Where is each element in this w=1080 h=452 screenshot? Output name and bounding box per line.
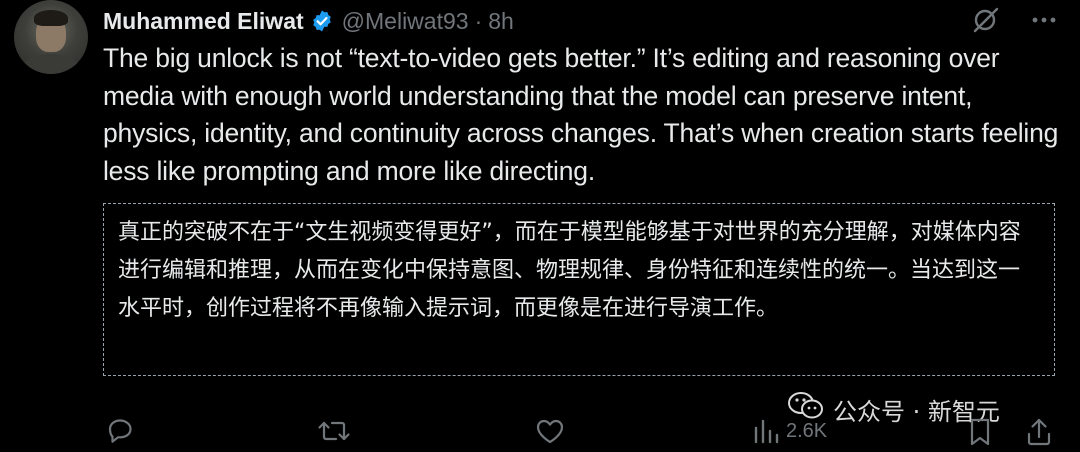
avatar[interactable]: [14, 0, 88, 74]
reply-button[interactable]: [104, 416, 136, 446]
tweet-text: The big unlock is not “text-to-video get…: [103, 43, 1059, 186]
bookmark-icon: [966, 416, 994, 448]
avatar-shirt: [22, 54, 80, 74]
retweet-button[interactable]: [316, 416, 352, 446]
verified-badge-icon: [310, 9, 334, 33]
reply-icon: [104, 416, 136, 446]
retweet-icon: [316, 416, 352, 446]
tweet-header: Muhammed Eliwat @Meliwat93 · 8h: [103, 4, 514, 38]
avatar-hair: [34, 10, 68, 26]
action-bar: 2.6K: [0, 408, 1080, 452]
grok-icon[interactable]: [968, 2, 1004, 38]
like-icon: [534, 416, 566, 446]
views-count: 2.6K: [786, 419, 828, 442]
tweet: Muhammed Eliwat @Meliwat93 · 8h The big: [0, 0, 1080, 452]
views-button[interactable]: 2.6K: [752, 416, 827, 446]
author-name[interactable]: Muhammed Eliwat: [103, 8, 304, 35]
translation-box: 真正的突破不在于“文生视频变得更好”，而在于模型能够基于对世界的充分理解，对媒体…: [103, 203, 1055, 376]
author-handle[interactable]: @Meliwat93: [342, 8, 469, 35]
tweet-timestamp[interactable]: 8h: [488, 8, 514, 35]
views-icon: [752, 416, 780, 446]
bookmark-button[interactable]: [966, 416, 994, 448]
more-icon[interactable]: [1026, 2, 1062, 38]
share-button[interactable]: [1024, 416, 1054, 448]
header-actions: [968, 2, 1062, 38]
share-icon: [1024, 416, 1054, 448]
like-button[interactable]: [534, 416, 566, 446]
header-separator: ·: [474, 7, 483, 34]
